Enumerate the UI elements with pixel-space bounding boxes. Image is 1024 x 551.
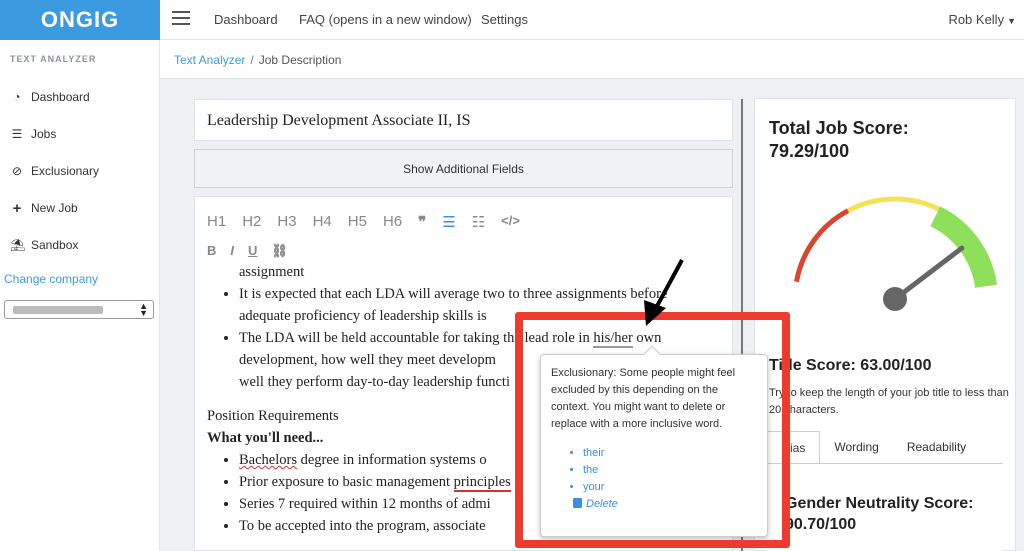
score-gauge bbox=[794, 196, 997, 311]
list-item: It is expected that each LDA will averag… bbox=[239, 283, 727, 327]
score-panel: Total Job Score: 79.29/100 Title Score: … bbox=[754, 98, 1016, 551]
score-tabs: Bias Wording Readability bbox=[767, 431, 980, 463]
sidebar-item-sandbox[interactable]: ⛱ Sandbox bbox=[10, 235, 78, 255]
suggestion-list: their the your Delete bbox=[551, 445, 757, 513]
sidebar-section-title: TEXT ANALYZER bbox=[10, 54, 97, 64]
sidebar-item-label: Exclusionary bbox=[31, 164, 100, 178]
list-icon: ☰ bbox=[11, 127, 23, 141]
heading-2-button[interactable]: H2 bbox=[242, 213, 261, 231]
dashboard-gauge-icon: ◔ bbox=[13, 90, 21, 104]
gauge-hub bbox=[883, 287, 907, 311]
title-score-hint: Try to keep the length of your job title… bbox=[769, 387, 1009, 416]
heading-6-button[interactable]: H6 bbox=[383, 213, 402, 231]
sidebar-item-exclusionary[interactable]: ⊘ Exclusionary bbox=[10, 161, 99, 181]
sidebar-item-dashboard[interactable]: ◔ Dashboard bbox=[10, 87, 90, 107]
heading-3-button[interactable]: H3 bbox=[277, 213, 296, 231]
numbered-list-icon[interactable]: ☷ bbox=[472, 213, 485, 231]
gauge-low-arc bbox=[794, 208, 850, 283]
breadcrumb-text-analyzer[interactable]: Text Analyzer bbox=[174, 53, 245, 67]
gauge-needle bbox=[892, 245, 965, 302]
gauge-mid-arc bbox=[846, 196, 944, 213]
underline-icon[interactable]: U bbox=[248, 243, 257, 259]
brand-logo-area[interactable]: ONGIG bbox=[0, 0, 160, 40]
heading-5-button[interactable]: H5 bbox=[348, 213, 367, 231]
breadcrumb-current: Job Description bbox=[258, 53, 342, 67]
company-select[interactable]: ▲ ▼ bbox=[4, 300, 154, 319]
sidebar-item-label: Jobs bbox=[31, 127, 57, 141]
breadcrumb-separator: / bbox=[250, 53, 254, 67]
tab-wording[interactable]: Wording bbox=[820, 431, 892, 463]
trash-icon bbox=[573, 498, 582, 508]
flagged-word-principles[interactable]: principles bbox=[453, 474, 511, 492]
top-bar: ONGIG Dashboard FAQ (opens in a new wind… bbox=[0, 0, 1024, 40]
title-score: Title Score: 63.00/100 bbox=[769, 357, 932, 374]
job-title-input[interactable]: Leadership Development Associate II, IS bbox=[194, 99, 733, 141]
sidebar-item-label: New Job bbox=[31, 201, 78, 215]
bold-icon[interactable]: B bbox=[207, 243, 216, 259]
link-icon[interactable]: ⛓ bbox=[271, 243, 288, 259]
user-name: Rob Kelly bbox=[948, 12, 1005, 27]
heading-4-button[interactable]: H4 bbox=[313, 213, 332, 231]
show-additional-fields-button[interactable]: Show Additional Fields bbox=[194, 149, 733, 188]
text-line: assignment bbox=[239, 264, 305, 280]
gender-neutrality-score: Gender Neutrality Score: 90.70/100 bbox=[785, 495, 974, 533]
flagged-word-his-her[interactable]: his/her bbox=[593, 330, 633, 348]
code-icon[interactable]: </> bbox=[501, 213, 520, 231]
user-menu[interactable]: Rob Kelly ▼ bbox=[948, 12, 1016, 27]
nav-settings[interactable]: Settings bbox=[481, 12, 528, 27]
ban-icon: ⊘ bbox=[11, 164, 23, 178]
sidebar: TEXT ANALYZER ◔ Dashboard ☰ Jobs ⊘ Exclu… bbox=[0, 40, 160, 551]
hamburger-menu-icon[interactable] bbox=[172, 11, 190, 29]
editor-toolbar-format: B I U ⛓ bbox=[207, 243, 288, 259]
gender-neutrality-value: 90.70/100 bbox=[785, 516, 857, 533]
delete-suggestion-button[interactable]: Delete bbox=[573, 496, 757, 513]
nav-faq[interactable]: FAQ (opens in a new window) bbox=[299, 12, 472, 27]
nav-dashboard[interactable]: Dashboard bbox=[214, 12, 278, 27]
exclusionary-tooltip: Exclusionary: Some people might feel exc… bbox=[540, 345, 768, 537]
suggestion-their[interactable]: their bbox=[583, 445, 757, 462]
tab-readability[interactable]: Readability bbox=[893, 431, 980, 463]
change-company-link[interactable]: Change company bbox=[4, 272, 98, 286]
company-name-blurred bbox=[13, 306, 103, 314]
flagged-word-bachelors[interactable]: Bachelors bbox=[239, 452, 297, 468]
editor-toolbar: H1 H2 H3 H4 H5 H6 ❞ ☰ ☷ </> bbox=[207, 213, 520, 231]
total-job-score-value: 79.29/100 bbox=[769, 141, 850, 161]
sidebar-item-label: Sandbox bbox=[31, 238, 79, 252]
breadcrumb: Text Analyzer / Job Description bbox=[174, 53, 341, 67]
breadcrumb-bar: Text Analyzer / Job Description bbox=[160, 40, 1024, 79]
italic-icon[interactable]: I bbox=[230, 243, 234, 259]
total-job-score: Total Job Score: 79.29/100 bbox=[769, 118, 909, 161]
beach-umbrella-icon: ⛱ bbox=[10, 238, 26, 252]
ongig-logo: ONGIG bbox=[40, 7, 120, 32]
chevron-down-icon: ▼ bbox=[1007, 16, 1016, 26]
quote-icon[interactable]: ❞ bbox=[418, 213, 426, 231]
sidebar-item-label: Dashboard bbox=[31, 90, 90, 104]
plus-icon: + bbox=[12, 199, 22, 217]
bullet-list-icon[interactable]: ☰ bbox=[442, 213, 455, 231]
sidebar-item-jobs[interactable]: ☰ Jobs bbox=[10, 124, 57, 144]
heading-1-button[interactable]: H1 bbox=[207, 213, 226, 231]
sidebar-item-new-job[interactable]: + New Job bbox=[10, 198, 78, 218]
select-arrows-icon: ▲ ▼ bbox=[139, 301, 148, 318]
tab-bias[interactable]: Bias bbox=[767, 431, 821, 463]
tooltip-message: Exclusionary: Some people might feel exc… bbox=[551, 367, 736, 430]
suggestion-your[interactable]: your bbox=[583, 479, 757, 496]
suggestion-the[interactable]: the bbox=[583, 462, 757, 479]
